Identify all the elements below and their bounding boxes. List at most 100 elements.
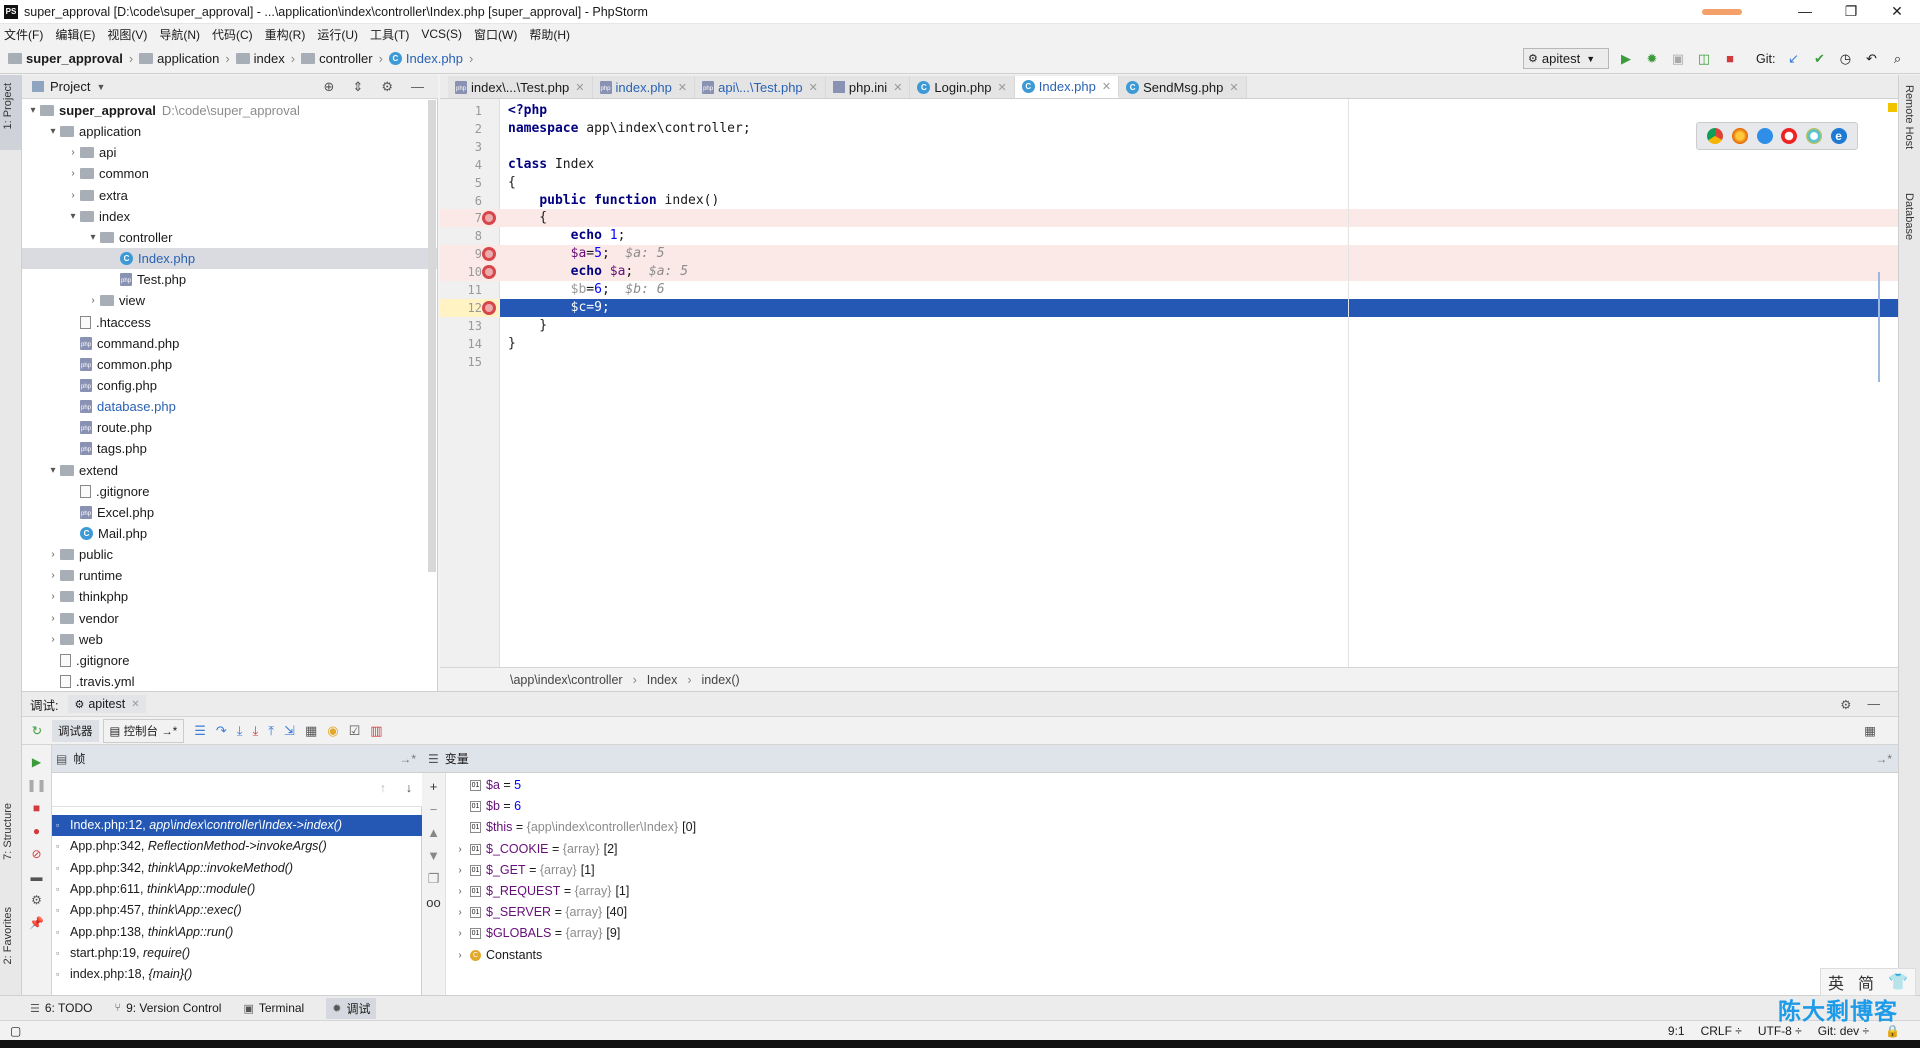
cursor-position[interactable]: 9:1 (1668, 1024, 1685, 1038)
remote-host-tab[interactable]: Remote Host (1903, 85, 1915, 149)
tree-item[interactable]: php database.php (66, 396, 176, 417)
editor-tab[interactable]: C SendMsg.php ✕ (1119, 76, 1247, 98)
safari-icon[interactable] (1756, 128, 1773, 144)
database-tab[interactable]: Database (1903, 193, 1915, 240)
chevron-down-icon[interactable]: ▾ (86, 232, 100, 243)
step-over-icon[interactable]: ↷ (216, 723, 227, 739)
show-exec-point-icon[interactable]: ☰ (194, 723, 206, 739)
maximize-button[interactable]: ❐ (1828, 0, 1874, 24)
stop-icon[interactable]: ■ (1722, 51, 1738, 67)
debugger-tab[interactable]: 调试器 (52, 719, 99, 742)
tree-item[interactable]: C Mail.php (66, 523, 147, 544)
chevron-right-icon[interactable]: › (66, 190, 80, 201)
chevron-down-icon[interactable]: ▾ (46, 465, 60, 476)
tree-item[interactable]: › web (46, 629, 103, 650)
chevron-right-icon[interactable]: › (450, 860, 470, 881)
search-icon[interactable]: ⌕ (1889, 51, 1905, 67)
close-icon[interactable]: ✕ (893, 81, 902, 94)
close-icon[interactable]: ✕ (678, 81, 687, 94)
editor-gutter[interactable]: 1 2 3 4 5 6 7 8 9 10 11 12 13 14 15 (440, 99, 513, 667)
breadcrumb-item[interactable]: index › (235, 51, 301, 66)
structure-tool-tab[interactable]: 7: Structure (2, 803, 14, 860)
editor-breadcrumb-item[interactable]: Index (647, 673, 678, 687)
chevron-right-icon[interactable]: › (46, 613, 60, 624)
editor-tab[interactable]: php.ini ✕ (825, 76, 911, 98)
variable-row[interactable]: › 01 $_COOKIE = {array} [2] (450, 839, 617, 860)
hide-icon[interactable]: — (411, 79, 424, 95)
breakpoint-icon[interactable] (482, 265, 496, 280)
breadcrumb-item[interactable]: super_approval › (8, 51, 139, 66)
pin-icon[interactable]: 📌 (29, 916, 44, 930)
tree-item[interactable]: .travis.yml (46, 671, 135, 691)
tree-item[interactable]: ▾ application (46, 121, 141, 142)
bottom-tab[interactable]: ✹ 调试 (326, 997, 377, 1019)
tree-scrollbar[interactable] (428, 100, 436, 572)
tree-item[interactable]: ▾ super_approval D:\code\super_approval (26, 100, 299, 121)
menu-item-2[interactable]: 视图(V) (107, 26, 147, 43)
watch-icon[interactable]: ◉ (327, 723, 338, 739)
tree-item[interactable]: .gitignore (46, 650, 129, 671)
firefox-icon[interactable] (1731, 128, 1748, 144)
menu-item-9[interactable]: 窗口(W) (474, 26, 517, 43)
menu-item-4[interactable]: 代码(C) (212, 26, 253, 43)
close-icon[interactable]: ✕ (1229, 81, 1238, 94)
force-step-into-icon[interactable]: ⤓ (253, 723, 259, 739)
run-config-select[interactable]: ⚙ apitest ▼ (1523, 48, 1609, 69)
restore-layout-icon[interactable]: ▬ (31, 870, 43, 884)
frames-menu-icon[interactable]: →* (399, 752, 416, 766)
variables-menu-icon[interactable]: →* (1875, 752, 1892, 766)
bottom-tab[interactable]: ☰ 6: TODO (30, 1001, 92, 1015)
editor-tab[interactable]: C Index.php ✕ (1014, 76, 1120, 98)
chevron-right-icon[interactable]: › (46, 591, 60, 602)
breadcrumb-item[interactable]: controller › (301, 51, 389, 66)
chevron-right-icon[interactable]: › (450, 839, 470, 860)
tree-item[interactable]: › common (66, 163, 149, 184)
close-icon[interactable]: ✕ (131, 699, 139, 710)
coverage-icon[interactable]: ▣ (1670, 51, 1686, 67)
step-into-icon[interactable]: ⤓ (237, 723, 243, 739)
hide-icon[interactable]: — (1868, 697, 1881, 712)
debug-session-tab[interactable]: ⚙ apitest ✕ (68, 695, 146, 713)
chevron-right-icon[interactable]: › (46, 634, 60, 645)
stack-frame[interactable]: ▫ App.php:138, think\App::run() (52, 922, 422, 943)
ime-simplified[interactable]: 简 (1858, 970, 1874, 994)
chevron-right-icon[interactable]: › (66, 168, 80, 179)
variable-row[interactable]: › 01 $_GET = {array} [1] (450, 860, 594, 881)
locate-icon[interactable]: ⊕ (324, 79, 335, 95)
editor-tab[interactable]: php api\...\Test.php ✕ (695, 76, 826, 98)
stop-icon[interactable]: ■ (33, 801, 40, 815)
breadcrumb-item[interactable]: C Index.php › (388, 51, 479, 66)
pause-icon[interactable]: ❚❚ (26, 778, 46, 792)
menu-item-0[interactable]: 文件(F) (4, 26, 43, 43)
chevron-down-icon[interactable]: ▾ (26, 105, 40, 116)
opera-icon[interactable] (1781, 128, 1798, 144)
chevron-right-icon[interactable]: › (66, 147, 80, 158)
git-commit-icon[interactable]: ✔ (1811, 51, 1827, 67)
glasses-icon[interactable]: oo (426, 895, 440, 910)
git-update-icon[interactable]: ↙ (1785, 51, 1801, 67)
close-icon[interactable]: ✕ (575, 81, 584, 94)
mute-breakpoints-icon[interactable]: ⊘ (31, 847, 41, 861)
menu-item-1[interactable]: 编辑(E) (55, 26, 95, 43)
chevron-down-icon[interactable]: ▾ (46, 126, 60, 137)
add-icon[interactable]: + (430, 779, 438, 794)
inspection-indicator[interactable] (1888, 103, 1897, 112)
ime-english[interactable]: 英 (1828, 970, 1844, 994)
console-tab[interactable]: ▤ 控制台 →* (102, 718, 185, 743)
breadcrumb-item[interactable]: application › (139, 51, 236, 66)
arrow-down-icon[interactable]: ↓ (406, 781, 412, 795)
chevron-right-icon[interactable]: › (46, 549, 60, 560)
variable-row[interactable]: 01 $b = 6 (450, 796, 521, 817)
project-tool-tab[interactable]: 1: Project (2, 83, 14, 129)
resume-icon[interactable]: ▶ (32, 755, 41, 769)
stack-frame[interactable]: ▫ App.php:342, ReflectionMethod->invokeAr… (52, 836, 422, 857)
remove-icon[interactable]: − (430, 802, 438, 817)
tree-item[interactable]: php config.php (66, 375, 157, 396)
breakpoint-icon[interactable] (482, 300, 496, 315)
collapse-icon[interactable]: ⇕ (352, 79, 363, 95)
stack-frame[interactable]: ▫ index.php:18, {main}() (52, 964, 422, 985)
status-left-icon[interactable]: ▢ (10, 1024, 21, 1038)
editor-breadcrumb-item[interactable]: \app\index\controller (510, 673, 623, 687)
rerun-icon[interactable]: ↻ (22, 723, 52, 738)
chevron-right-icon[interactable]: › (450, 902, 470, 923)
